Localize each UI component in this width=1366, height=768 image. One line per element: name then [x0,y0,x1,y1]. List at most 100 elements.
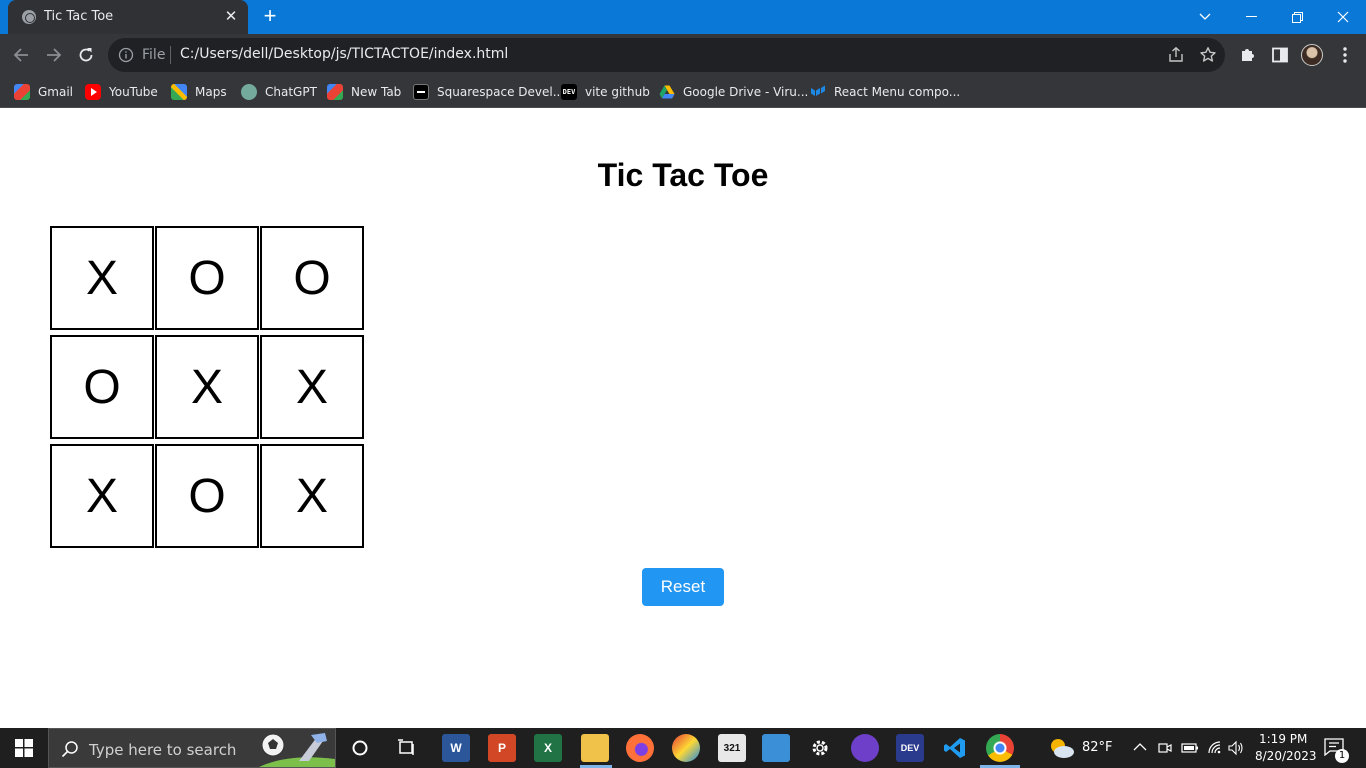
bookmark-label: New Tab [351,85,402,99]
info-icon[interactable] [118,47,134,63]
restore-button[interactable] [1274,0,1320,34]
weather-temperature[interactable]: 82°F [1082,740,1113,755]
bookmark-new-tab[interactable]: New Tab [327,82,401,102]
board-cell-1-2[interactable]: X [260,335,364,439]
gmail-icon [14,84,30,100]
bookmark-google-drive[interactable]: Google Drive - Viru... [659,82,808,102]
bookmark-label: Gmail [38,85,74,99]
paint-app-icon[interactable] [672,734,700,762]
url-text[interactable]: C:/Users/dell/Desktop/js/TICTACTOE/index… [180,46,508,62]
browser-menu-kebab-icon[interactable] [1335,45,1355,65]
weather-partly-cloudy-icon [1051,739,1074,758]
board-cell-2-0[interactable]: X [50,444,154,548]
word-app-icon[interactable]: W [442,734,470,762]
file-explorer-icon[interactable] [581,734,609,762]
chrome-taskbar-icon[interactable] [986,734,1014,762]
bookmark-label: Maps [195,85,227,99]
bookmark-star-icon[interactable] [1199,46,1217,64]
back-button[interactable] [8,42,34,68]
show-hidden-icons-chevron-icon[interactable] [1133,742,1147,752]
new-tab-button[interactable]: + [258,5,282,29]
dev-app-icon[interactable]: DEV [896,734,924,762]
bookmark-label: YouTube [109,85,158,99]
volume-icon[interactable] [1227,740,1245,756]
board-cell-1-0[interactable]: O [50,335,154,439]
start-button[interactable] [0,728,48,768]
gear-icon [812,740,828,756]
board-cell-2-2[interactable]: X [260,444,364,548]
forward-arrow-icon [47,48,62,62]
side-panel-icon[interactable] [1270,45,1290,65]
notification-count-badge: 1 [1335,749,1349,763]
board-cell-1-1[interactable]: X [155,335,259,439]
bookmarks-bar: Gmail YouTube Maps ChatGPT New Tab Squar… [0,76,1366,108]
media-player-icon[interactable]: 321 [718,734,746,762]
back-arrow-icon [13,48,28,62]
bookmark-squarespace[interactable]: Squarespace Devel... [413,82,564,102]
cortana-circle-icon [352,740,368,756]
task-view-button[interactable] [393,734,421,762]
bookmark-label: ChatGPT [265,85,317,99]
url-scheme-label: File [142,47,166,63]
browser-tab[interactable]: Tic Tac Toe ✕ [8,0,248,34]
bookmark-label: Google Drive - Viru... [683,85,809,99]
windows-taskbar: Type here to search W P X 321 DEV 82°F 1… [0,728,1366,768]
bookmark-chatgpt[interactable]: ChatGPT [241,82,317,102]
browser-title-bar: Tic Tac Toe ✕ + [0,0,1366,34]
bookmark-maps[interactable]: Maps [171,82,227,102]
bookmark-vite-github[interactable]: DEV vite github [561,82,650,102]
cortana-button[interactable] [346,734,374,762]
search-placeholder: Type here to search [89,741,237,759]
squarespace-icon [413,84,429,100]
tab-search-chevron-icon[interactable] [1182,0,1228,34]
windows-logo-icon [15,739,33,757]
vscode-icon[interactable] [941,734,969,762]
board-cell-0-0[interactable]: X [50,226,154,330]
excel-app-icon[interactable]: X [534,734,562,762]
share-icon[interactable] [1167,46,1185,64]
tab-title: Tic Tac Toe [44,9,114,24]
firefox-icon[interactable] [626,734,654,762]
control-panel-icon[interactable] [762,734,790,762]
clock-time[interactable]: 1:19 PM [1259,732,1307,746]
board-cell-2-1[interactable]: O [155,444,259,548]
bookmark-gmail[interactable]: Gmail [14,82,73,102]
meet-now-icon[interactable] [1157,740,1173,756]
minimize-button[interactable] [1228,0,1274,34]
board-cell-0-1[interactable]: O [155,226,259,330]
battery-icon[interactable] [1181,741,1199,755]
profile-avatar[interactable] [1301,44,1323,66]
bookmark-label: Squarespace Devel... [437,85,565,99]
wifi-icon[interactable] [1207,740,1223,756]
action-center-button[interactable]: 1 [1322,736,1349,763]
address-bar[interactable]: File C:/Users/dell/Desktop/js/TICTACTOE/… [108,38,1225,72]
reset-button[interactable]: Reset [642,568,724,606]
bookmark-youtube[interactable]: YouTube [85,82,158,102]
close-tab-icon[interactable]: ✕ [222,8,240,26]
dev-icon: DEV [561,84,577,100]
powerpoint-app-icon[interactable]: P [488,734,516,762]
search-icon [61,741,78,758]
bookmark-label: React Menu compo... [834,85,961,99]
close-window-button[interactable] [1320,0,1366,34]
settings-gear-icon[interactable] [806,734,834,762]
youtube-icon [85,84,101,100]
reload-icon [79,48,93,62]
board-cell-0-2[interactable]: O [260,226,364,330]
forward-button[interactable] [41,42,67,68]
game-board: X O O O X X X O X [50,226,364,548]
vscode-logo-icon [944,738,965,758]
bookmark-react-menu[interactable]: React Menu compo... [810,82,960,102]
search-highlight-soccer-icon [259,733,335,767]
gmail-icon [327,84,343,100]
maps-icon [171,84,187,100]
mui-icon [811,85,825,96]
google-drive-icon [659,85,675,99]
github-desktop-icon[interactable] [851,734,879,762]
taskbar-search-box[interactable]: Type here to search [48,728,336,768]
extensions-puzzle-icon[interactable] [1238,45,1258,65]
browser-toolbar: File C:/Users/dell/Desktop/js/TICTACTOE/… [0,34,1366,76]
reload-button[interactable] [73,42,99,68]
clock-date[interactable]: 8/20/2023 [1255,749,1317,763]
chatgpt-icon [241,84,257,100]
